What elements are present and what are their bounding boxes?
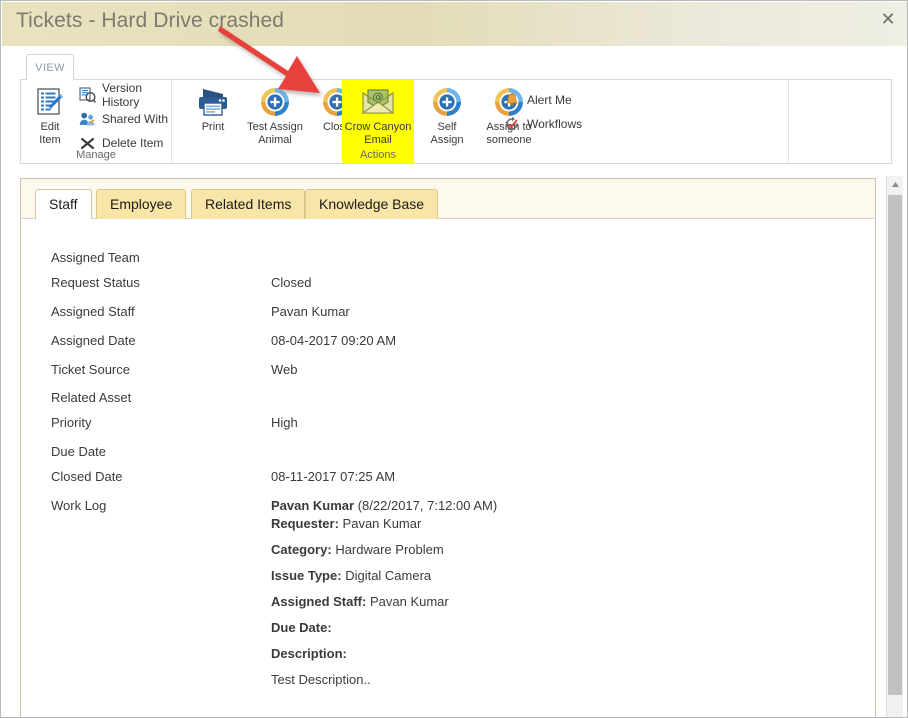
work-log-timestamp: (8/22/2017, 7:12:00 AM)	[357, 498, 498, 513]
window-title: Tickets - Hard Drive crashed	[16, 9, 285, 32]
print-icon	[182, 83, 244, 121]
scroll-up-icon[interactable]	[887, 176, 903, 193]
print-label-line1: Print	[201, 121, 225, 133]
work-log-header: Pavan Kumar (8/22/2017, 7:12:00 AM)	[271, 498, 497, 514]
self-assign-label-line1: Self	[437, 121, 457, 133]
crow-canyon-email-label-line1: Crow Canyon	[344, 121, 412, 133]
field-value: Pavan Kumar	[271, 304, 350, 319]
edit-item-label-line2: Item	[39, 133, 61, 146]
edit-item-icon	[25, 83, 75, 121]
work-log-entry: Due Date:	[271, 620, 497, 636]
alert-me-button[interactable]: Alert Me	[502, 88, 572, 112]
delete-item-label: Delete Item	[102, 136, 164, 150]
field-label: Ticket Source	[51, 362, 130, 377]
ribbon-group-manage: Edit Item Version History Shared With De…	[21, 80, 172, 163]
work-log-entry-value: Pavan Kumar	[369, 594, 449, 609]
vertical-scrollbar[interactable]	[886, 176, 903, 717]
field-label: Due Date	[51, 444, 106, 459]
field-value: 08-11-2017 07:25 AM	[271, 469, 396, 484]
test-assign-animal-label-line1: Test Assign	[247, 121, 303, 133]
work-log-entry-value: Hardware Problem	[335, 542, 444, 557]
field-value: Closed	[271, 275, 312, 290]
crow-canyon-email-label-line2: Email	[364, 133, 392, 146]
work-log-entry-key: Description:	[271, 646, 347, 661]
field-label: Priority	[51, 415, 92, 430]
field-label: Related Asset	[51, 390, 132, 405]
version-history-button[interactable]: Version History	[77, 81, 171, 109]
work-log-author: Pavan Kumar	[271, 498, 355, 513]
alert-me-label: Alert Me	[527, 93, 572, 107]
test-assign-animal-label-line2: Animal	[258, 133, 292, 146]
shared-with-button[interactable]: Shared With	[77, 107, 168, 131]
window-titlebar: Tickets - Hard Drive crashed ✕	[2, 2, 907, 46]
assign-refresh-icon	[244, 83, 306, 121]
self-assign-button[interactable]: Self Assign	[416, 83, 478, 146]
ribbon-group-actions-label: Actions	[342, 149, 414, 161]
edit-item-label-line1: Edit	[40, 121, 60, 133]
field-label: Closed Date	[51, 469, 123, 484]
form-tabstrip: Staff Employee Related Items Knowledge B…	[21, 179, 875, 219]
ribbon-body: Edit Item Version History Shared With De…	[20, 79, 892, 164]
ribbon: VIEW Edit Item Version History Shared Wi…	[2, 46, 907, 174]
tab-related-items[interactable]: Related Items	[191, 189, 306, 219]
version-history-icon	[77, 85, 97, 105]
field-label: Work Log	[51, 498, 107, 513]
print-button[interactable]: Print	[182, 83, 244, 134]
work-log-entry: Category: Hardware Problem	[271, 542, 497, 558]
assign-to-someone-label-line2: someone	[486, 133, 532, 146]
field-label: Assigned Date	[51, 333, 136, 348]
close-icon[interactable]: ✕	[874, 6, 902, 32]
field-value: High	[271, 415, 298, 430]
field-value: 08-04-2017 09:20 AM	[271, 333, 397, 348]
ribbon-group-manage-label: Manage	[76, 149, 116, 161]
field-label: Assigned Team	[51, 250, 140, 265]
workflows-button[interactable]: Workflows	[502, 112, 582, 136]
work-log-entry: Issue Type: Digital Camera	[271, 568, 497, 584]
work-log-entry-key: Due Date:	[271, 620, 332, 635]
ticket-dialog-window: Tickets - Hard Drive crashed ✕ VIEW Edit…	[0, 0, 908, 718]
field-label: Assigned Staff	[51, 304, 135, 319]
field-value: Web	[271, 362, 298, 377]
work-log-entry-value: Digital Camera	[345, 568, 432, 583]
work-log-entry: Description:	[271, 646, 497, 662]
self-assign-label-line2: Assign	[430, 133, 464, 146]
ticket-content-area: Staff Employee Related Items Knowledge B…	[2, 174, 907, 717]
bell-icon	[502, 90, 522, 110]
work-log-description-text: Test Description..	[271, 672, 371, 687]
ribbon-group-empty	[789, 80, 892, 163]
work-log-entry-value: Pavan Kumar	[342, 516, 422, 531]
edit-item-button[interactable]: Edit Item	[25, 83, 75, 146]
workflows-label: Workflows	[527, 117, 583, 131]
form-container: Staff Employee Related Items Knowledge B…	[20, 178, 876, 717]
work-log-entry-key: Assigned Staff:	[271, 594, 367, 609]
staff-form-panel: Assigned Team Request Status Closed Assi…	[21, 219, 875, 717]
work-log-entry: Requester: Pavan Kumar	[271, 516, 497, 532]
email-at-icon: @	[342, 83, 414, 121]
tab-knowledge-base[interactable]: Knowledge Base	[305, 189, 439, 219]
work-log-entry-key: Requester:	[271, 516, 339, 531]
shared-with-icon	[77, 109, 97, 129]
tab-view[interactable]: VIEW	[26, 54, 74, 80]
work-log-entry: Assigned Staff: Pavan Kumar	[271, 594, 497, 610]
assign-refresh-icon	[416, 83, 478, 121]
work-log-entry-key: Category:	[271, 542, 332, 557]
workflows-icon	[502, 114, 522, 134]
test-assign-animal-button[interactable]: Test Assign Animal	[244, 83, 306, 146]
shared-with-label: Shared With	[102, 112, 169, 126]
work-log-entry-key: Issue Type:	[271, 568, 342, 583]
scrollbar-thumb[interactable]	[888, 195, 902, 695]
tab-employee[interactable]: Employee	[96, 189, 187, 219]
ribbon-group-actions: Print Test Assign Animal Close @ Crow Ca…	[172, 80, 789, 163]
work-log-content: Pavan Kumar (8/22/2017, 7:12:00 AM) Requ…	[271, 498, 497, 690]
version-history-label: Version History	[102, 81, 143, 109]
field-label: Request Status	[51, 275, 140, 290]
tab-staff[interactable]: Staff	[35, 189, 92, 219]
